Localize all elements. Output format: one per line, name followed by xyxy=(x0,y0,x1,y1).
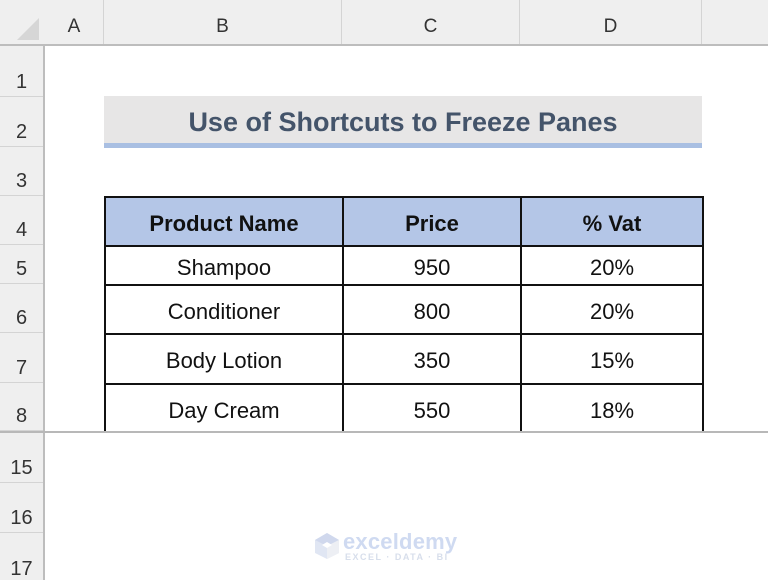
row-header-6[interactable]: 6 xyxy=(0,284,43,333)
header-vat[interactable]: % Vat xyxy=(520,196,704,247)
cell-product-name[interactable]: Shampoo xyxy=(104,245,344,286)
row-number: 17 xyxy=(10,558,33,580)
table-header-row: Product Name Price % Vat xyxy=(104,196,704,247)
row-number: 5 xyxy=(15,258,28,280)
cell-price[interactable]: 350 xyxy=(342,333,522,385)
row-header-17[interactable]: 17 xyxy=(0,533,43,583)
row-number: 7 xyxy=(15,357,28,379)
row-header-7[interactable]: 7 xyxy=(0,333,43,383)
row-header-8[interactable]: 8 xyxy=(0,383,43,431)
cell-price[interactable]: 550 xyxy=(342,383,522,432)
row-number: 2 xyxy=(15,121,28,143)
product-table: Product Name Price % Vat Shampoo 950 20%… xyxy=(104,196,704,432)
column-header-a[interactable]: A xyxy=(45,0,104,44)
row-header-15[interactable]: 15 xyxy=(0,433,43,483)
row-header-3[interactable]: 3 xyxy=(0,147,43,196)
table-row: Shampoo 950 20% xyxy=(104,245,704,286)
row-number: 6 xyxy=(15,307,28,329)
column-header-b[interactable]: B xyxy=(104,0,342,44)
table-row: Conditioner 800 20% xyxy=(104,284,704,335)
row-number: 16 xyxy=(10,507,33,529)
cell-product-name[interactable]: Conditioner xyxy=(104,284,344,335)
cell-price[interactable]: 950 xyxy=(342,245,522,286)
header-product-name[interactable]: Product Name xyxy=(104,196,344,247)
row-number: 4 xyxy=(15,219,28,241)
cell-price[interactable]: 800 xyxy=(342,284,522,335)
row-number: 3 xyxy=(15,170,28,192)
exceldemy-logo-icon xyxy=(315,533,339,559)
cell-product-name[interactable]: Day Cream xyxy=(104,383,344,432)
cell-product-name[interactable]: Body Lotion xyxy=(104,333,344,385)
row-number: 15 xyxy=(10,457,33,479)
row-header-2[interactable]: 2 xyxy=(0,97,43,147)
row-number: 1 xyxy=(15,71,28,93)
freeze-pane-divider xyxy=(0,431,768,433)
cell-vat[interactable]: 18% xyxy=(520,383,704,432)
table-row: Body Lotion 350 15% xyxy=(104,333,704,385)
column-header-c[interactable]: C xyxy=(342,0,520,44)
select-all-button[interactable] xyxy=(0,0,45,46)
header-price[interactable]: Price xyxy=(342,196,522,247)
cell-vat[interactable]: 20% xyxy=(520,245,704,286)
table-row: Day Cream 550 18% xyxy=(104,383,704,432)
row-number: 8 xyxy=(15,405,28,427)
row-header-16[interactable]: 16 xyxy=(0,483,43,533)
row-header-5[interactable]: 5 xyxy=(0,245,43,284)
watermark-tagline: EXCEL · DATA · BI xyxy=(345,552,449,562)
sheet-title-cell[interactable]: Use of Shortcuts to Freeze Panes xyxy=(104,96,702,148)
row-header-1[interactable]: 1 xyxy=(0,46,43,97)
row-header-4[interactable]: 4 xyxy=(0,196,43,245)
cell-vat[interactable]: 15% xyxy=(520,333,704,385)
column-header-d[interactable]: D xyxy=(520,0,702,44)
select-all-triangle-icon xyxy=(17,18,39,40)
cell-vat[interactable]: 20% xyxy=(520,284,704,335)
